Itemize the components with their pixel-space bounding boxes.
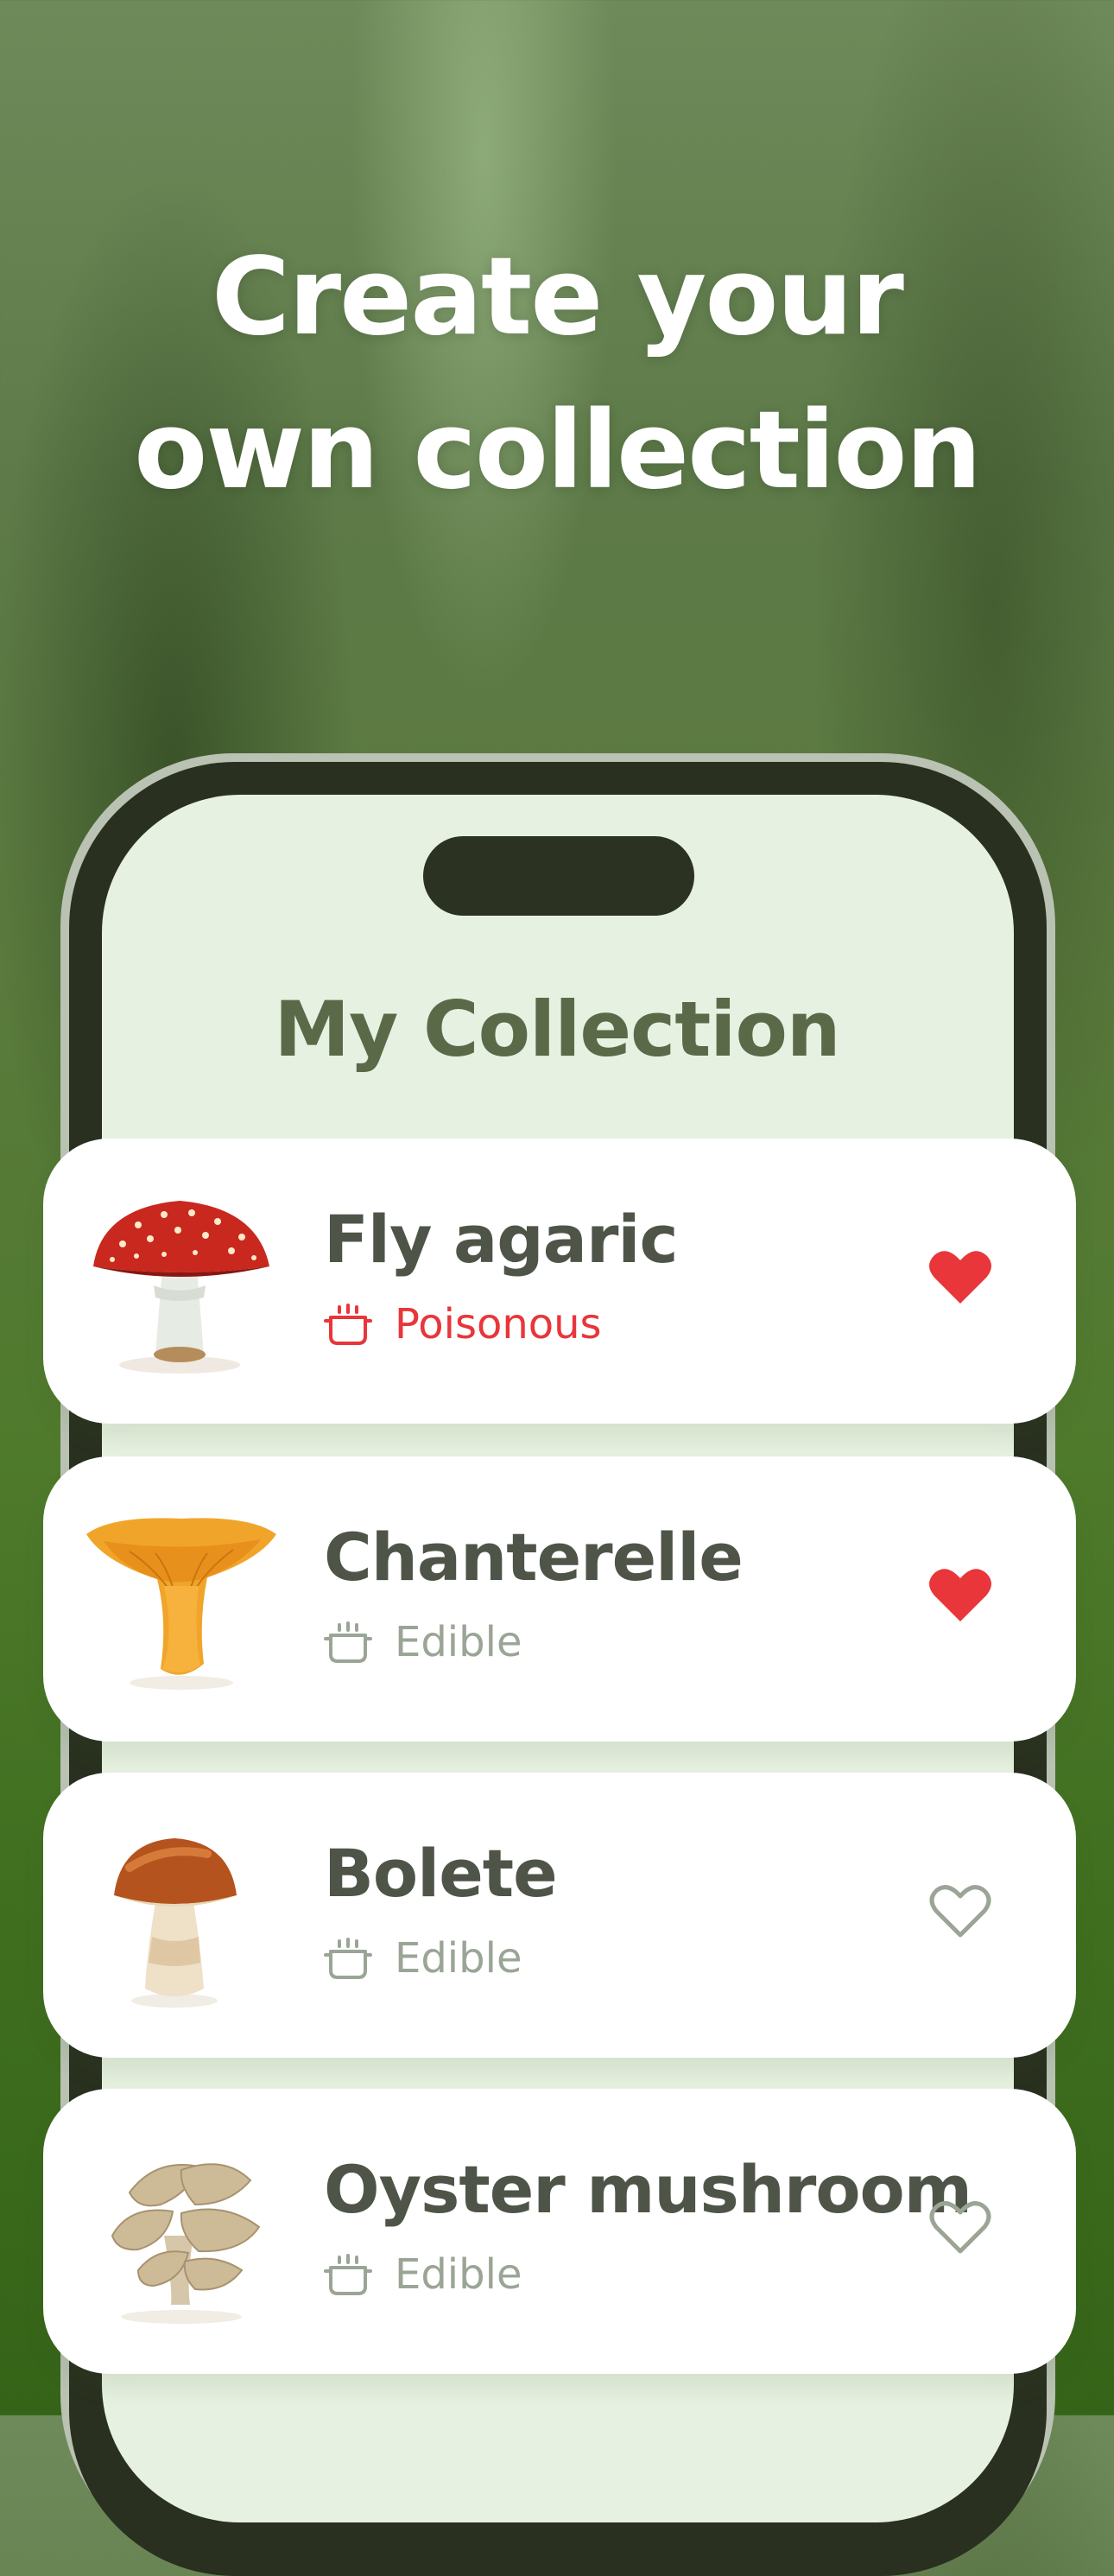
bolete-image <box>114 1838 237 2008</box>
status-label: Poisonous <box>395 1300 602 1348</box>
chanterelle-image <box>86 1518 276 1690</box>
item-name: Oyster mushroom <box>324 2151 972 2228</box>
heart-outline-icon[interactable] <box>927 2197 993 2257</box>
oyster-mushroom-image <box>111 2163 261 2324</box>
heart-outline-icon[interactable] <box>927 1881 993 1941</box>
item-name: Chanterelle <box>324 1519 744 1596</box>
status-label: Edible <box>395 1934 522 1983</box>
page-title: My Collection <box>274 985 840 1074</box>
collection-item-bolete[interactable]: Bolete Edible <box>43 1773 1076 2058</box>
heart-filled-icon[interactable] <box>927 1247 993 1307</box>
heart-filled-icon[interactable] <box>927 1564 993 1625</box>
item-status: Poisonous <box>324 1298 602 1350</box>
status-label: Edible <box>395 1618 522 1666</box>
cooking-pot-icon <box>324 1938 372 1979</box>
cooking-pot-icon <box>324 1304 372 1345</box>
dynamic-island <box>423 836 694 916</box>
headline-line-1: Create your <box>212 235 904 359</box>
fly-agaric-image <box>93 1201 269 1374</box>
item-status: Edible <box>324 1616 522 1668</box>
headline: Create your own collection <box>0 220 1114 528</box>
cooking-pot-icon <box>324 2254 372 2295</box>
item-name: Fly agaric <box>324 1201 679 1278</box>
cooking-pot-icon <box>324 1621 372 1663</box>
status-label: Edible <box>395 2250 522 2299</box>
headline-line-2: own collection <box>134 389 982 513</box>
collection-item-chanterelle[interactable]: Chanterelle Edible <box>43 1456 1076 1742</box>
item-status: Edible <box>324 1932 522 1984</box>
collection-item-fly-agaric[interactable]: Fly agaric Poisonous <box>43 1139 1076 1424</box>
item-name: Bolete <box>324 1835 558 1912</box>
collection-item-oyster-mushroom[interactable]: Oyster mushroom Edible <box>43 2089 1076 2374</box>
item-status: Edible <box>324 2249 522 2300</box>
